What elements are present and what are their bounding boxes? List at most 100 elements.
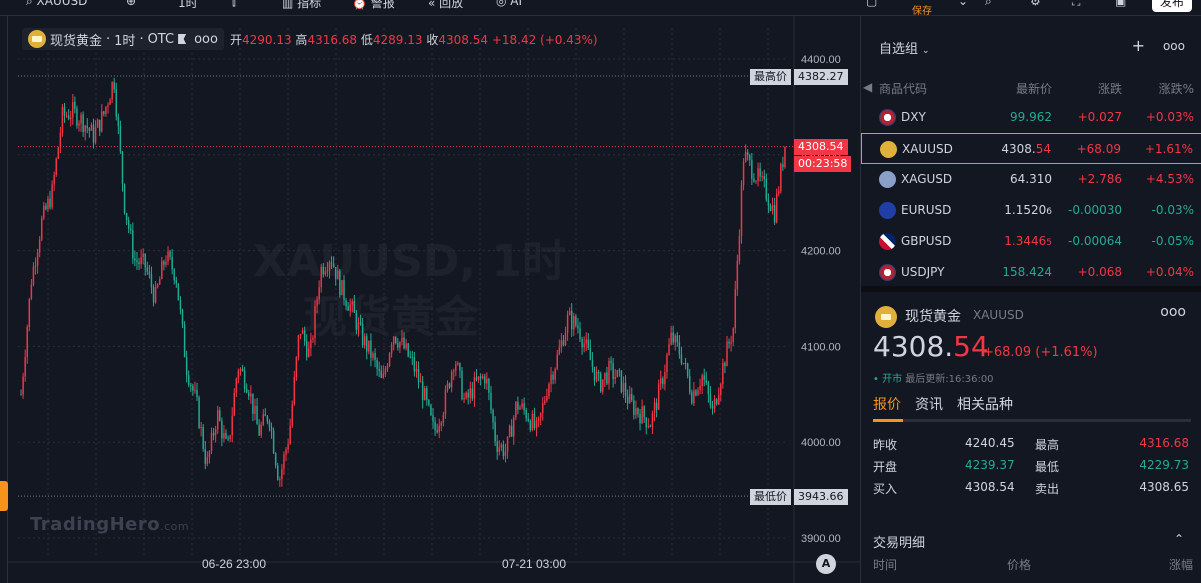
flag-icon[interactable] — [178, 34, 187, 44]
tab-related[interactable]: 相关品种 — [957, 394, 1013, 414]
row-last-price: 1.15206 — [1004, 203, 1052, 217]
sort-flag-icon[interactable]: ◀ — [863, 80, 872, 94]
candle-body — [502, 444, 505, 457]
candle-body — [432, 415, 434, 422]
search-icon[interactable]: ⌕ — [985, 0, 992, 9]
candle-body — [63, 106, 66, 116]
ai-button[interactable]: ◎ AI — [496, 0, 522, 8]
watchlist-row-xagusd[interactable]: XAGUSD 64.310 +2.786 +4.53% — [861, 164, 1201, 195]
quote-label: 最高 — [1035, 438, 1060, 452]
candle-body — [595, 371, 598, 381]
candle-body — [74, 101, 76, 109]
candle-body — [490, 392, 492, 411]
candle-body — [334, 267, 337, 280]
interval-label: 1时 — [114, 33, 136, 49]
uk-flag-icon — [879, 233, 896, 250]
candle-body — [260, 424, 262, 436]
interval-button[interactable]: 1时 — [178, 0, 198, 11]
candle-body — [372, 353, 374, 358]
candle-body — [24, 357, 26, 377]
symbol-search-button[interactable]: ⌕ XAUUSD — [26, 0, 87, 9]
candle-body — [724, 362, 726, 367]
row-change: +0.068 — [1077, 265, 1122, 279]
candle-body — [117, 116, 120, 127]
col-last[interactable]: 最新价 — [1016, 80, 1052, 97]
col-change-pct[interactable]: 涨跌% — [1159, 80, 1194, 97]
active-tool-indicator[interactable] — [0, 481, 8, 511]
candle-body — [279, 479, 281, 481]
candle-body — [254, 405, 256, 414]
candle-body — [34, 265, 37, 267]
candle-body — [471, 388, 474, 399]
candle-body — [198, 397, 200, 428]
col-change[interactable]: 涨跌 — [1098, 80, 1122, 97]
watchlist-row-eurusd[interactable]: EURUSD 1.15206 -0.00030 -0.03% — [861, 195, 1201, 226]
settings-icon[interactable]: ⚙ — [1030, 0, 1041, 8]
publish-button[interactable]: 发布 — [1152, 0, 1193, 12]
save-dropdown-icon[interactable]: ⌄ — [958, 0, 968, 8]
candle-body — [684, 363, 687, 365]
watchlist-row-xauusd[interactable]: XAUUSD 4308.54 +68.09 +1.61% — [861, 133, 1201, 164]
candle-body — [477, 376, 480, 380]
ohlc-values: 开4290.13 高4316.68 低4289.13 收4308.54 +18.… — [229, 32, 598, 47]
candle-body — [78, 123, 80, 126]
row-symbol: GBPUSD — [901, 234, 952, 248]
candle-body — [359, 322, 362, 324]
col-symbol[interactable]: 商品代码 — [879, 80, 927, 97]
indicators-button[interactable]: ▥ 指标 — [282, 0, 321, 11]
candle-body — [771, 205, 774, 211]
candle-body — [179, 300, 182, 310]
row-change: -0.00064 — [1068, 234, 1122, 248]
auto-scale-button[interactable]: A — [816, 554, 836, 574]
candle-body — [111, 81, 113, 100]
row-change-pct: +0.04% — [1145, 265, 1194, 279]
candle-body — [69, 117, 72, 120]
quote-value: 4316.68 — [1139, 436, 1189, 450]
add-symbol-icon[interactable]: ⊕ — [126, 0, 136, 8]
candle-body — [778, 191, 780, 194]
candle-body — [434, 421, 436, 431]
chart-type-icon[interactable]: ⫿ — [232, 0, 236, 9]
watchlist-row-gbpusd[interactable]: GBPUSD 1.34465 -0.00064 -0.05% — [861, 226, 1201, 257]
watchlist-row-dxy[interactable]: DXY 99.962 +0.027 +0.03% — [861, 102, 1201, 133]
chart-pane[interactable]: XAUUSD, 1时 现货黄金 4400.004300.004200.00410… — [8, 16, 860, 583]
tab-quote[interactable]: 报价 — [873, 394, 901, 414]
save-button[interactable]: 保存 — [912, 2, 932, 15]
symbol-chip[interactable]: 现货黄金 · 1时 · OTC ooo — [22, 28, 224, 50]
candle-body — [53, 174, 55, 185]
candle-body — [223, 433, 225, 439]
detail-tabs: 报价 资讯 相关品种 — [873, 394, 1013, 414]
candle-body — [515, 401, 517, 418]
alert-button[interactable]: ⏰ 警报 — [352, 0, 395, 11]
candle-body — [631, 394, 633, 401]
more-icon[interactable]: ooo — [1160, 304, 1186, 320]
watchlist-selector[interactable]: 自选组 ⌄ — [879, 38, 930, 57]
candle-body — [666, 354, 668, 373]
candle-body — [587, 339, 590, 349]
add-symbol-icon[interactable]: + — [1132, 36, 1145, 55]
candle-body — [90, 124, 93, 131]
chevron-up-icon[interactable]: ⌃ — [1174, 532, 1184, 546]
candle-body — [183, 324, 186, 358]
tab-news[interactable]: 资讯 — [915, 394, 943, 414]
row-change-pct: +1.61% — [1144, 142, 1193, 156]
candle-body — [173, 269, 175, 281]
more-icon[interactable]: ooo — [1163, 39, 1185, 55]
watchlist-row-usdjpy[interactable]: USDJPY 158.424 +0.068 +0.04% — [861, 257, 1201, 288]
candle-body — [544, 400, 546, 404]
tab-underline — [873, 419, 1191, 422]
candle-body — [780, 164, 782, 192]
candle-body — [467, 392, 469, 398]
replay-button[interactable]: « 回放 — [428, 0, 463, 11]
candle-body — [245, 388, 248, 393]
fullscreen-icon[interactable]: ⛶ — [1072, 0, 1080, 9]
screenshot-icon[interactable]: ▣ — [1115, 0, 1126, 8]
price-chart[interactable]: 4400.004300.004200.004100.004000.003900.… — [8, 16, 860, 583]
candle-body — [709, 394, 712, 406]
more-icon[interactable]: ooo — [194, 32, 218, 47]
candle-body — [305, 340, 308, 357]
candle-body — [41, 218, 43, 240]
candle-body — [32, 266, 35, 285]
layout-icon[interactable]: ▢ — [866, 0, 877, 8]
candle-body — [229, 435, 231, 439]
